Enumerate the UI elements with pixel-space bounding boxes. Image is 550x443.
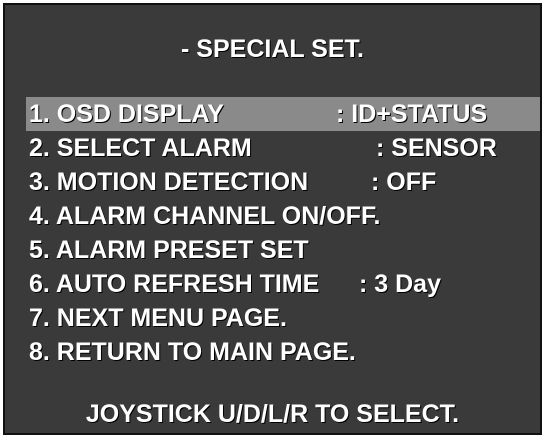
menu-item-alarm-channel[interactable]: 4. ALARM CHANNEL ON/OFF. [26,199,540,233]
osd-menu-screen: - SPECIAL SET. 1. OSD DISPLAY : ID+STATU… [3,3,542,435]
menu-item-next-page[interactable]: 7. NEXT MENU PAGE. [26,301,540,335]
menu-list: 1. OSD DISPLAY : ID+STATUS 2. SELECT ALA… [26,97,540,369]
menu-item-motion-detection[interactable]: 3. MOTION DETECTION : OFF [26,165,540,199]
menu-item-value: : ID+STATUS [336,100,488,128]
menu-item-label: 5. ALARM PRESET SET [29,236,309,264]
menu-item-label: 7. NEXT MENU PAGE. [29,304,287,332]
menu-item-value: : SENSOR [376,134,497,162]
menu-item-value: : 3 Day [359,270,441,298]
menu-item-alarm-preset[interactable]: 5. ALARM PRESET SET [26,233,540,267]
menu-item-label: 8. RETURN TO MAIN PAGE. [29,338,356,366]
menu-item-value: : OFF [371,168,437,196]
menu-item-osd-display[interactable]: 1. OSD DISPLAY : ID+STATUS [26,97,540,131]
menu-item-return-main[interactable]: 8. RETURN TO MAIN PAGE. [26,335,540,369]
menu-item-auto-refresh[interactable]: 6. AUTO REFRESH TIME : 3 Day [26,267,540,301]
menu-item-label: 4. ALARM CHANNEL ON/OFF. [29,202,381,230]
menu-item-label: 2. SELECT ALARM [29,134,252,162]
menu-title: - SPECIAL SET. [181,35,364,63]
instruction-text: JOYSTICK U/D/L/R TO SELECT. [85,400,460,428]
menu-item-select-alarm[interactable]: 2. SELECT ALARM : SENSOR [26,131,540,165]
menu-item-label: 3. MOTION DETECTION [29,168,309,196]
menu-item-label: 1. OSD DISPLAY [29,100,224,128]
menu-item-label: 6. AUTO REFRESH TIME [29,270,320,298]
